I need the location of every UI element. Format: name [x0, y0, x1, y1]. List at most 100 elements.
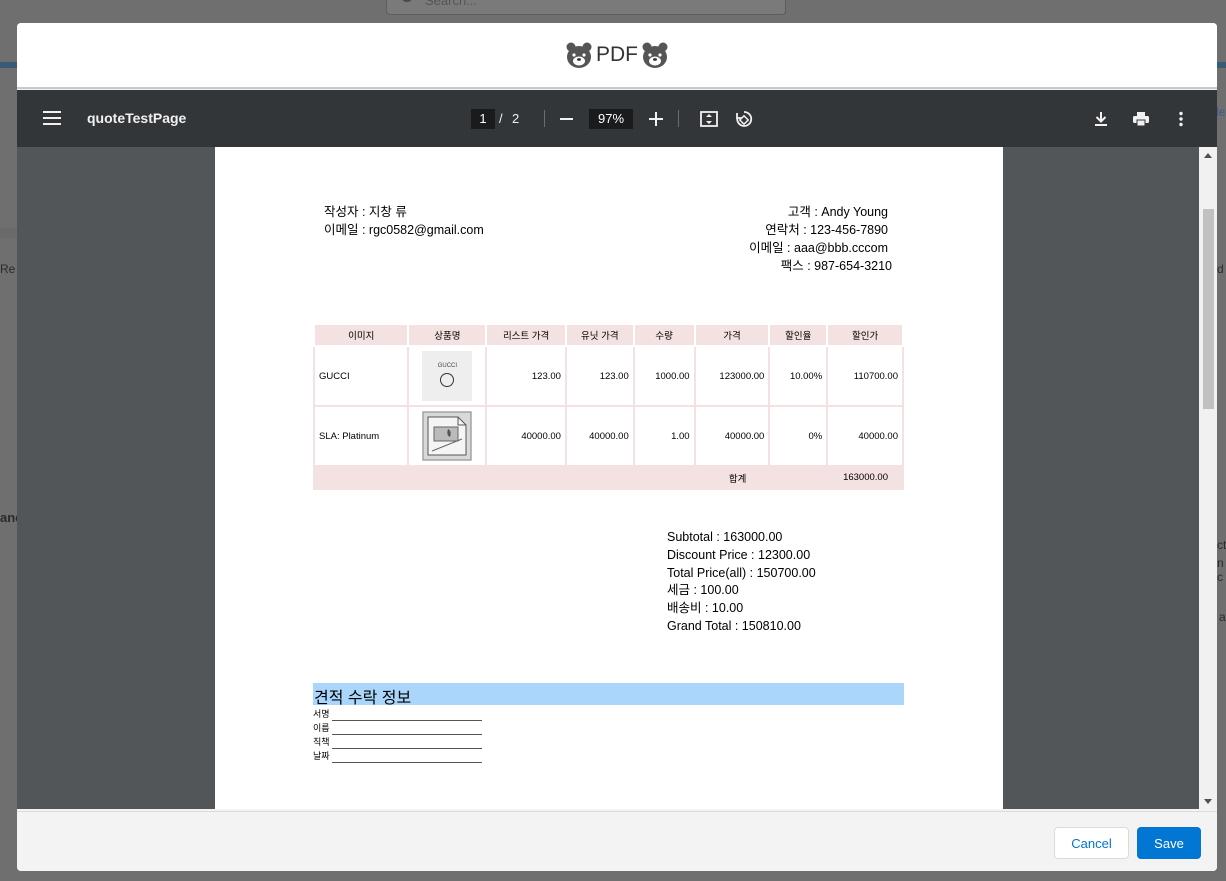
column-header: 할인율 [768, 323, 829, 347]
customer-fax: 팩스 : 987-654-3210 [780, 259, 892, 273]
list-price-cell: 40000.00 [485, 405, 567, 467]
name-field: 이름 [313, 721, 482, 735]
column-header: 이미지 [312, 323, 410, 347]
pdf-page: 작성자 : 지창 류 이메일 : rgc0582@gmail.com 고객 : … [215, 147, 1003, 809]
list-price-cell: 123.00 [485, 345, 567, 407]
rotate-icon[interactable] [734, 109, 754, 129]
page-number-input[interactable]: 1 [471, 109, 495, 129]
product-image: GUCCI [422, 351, 473, 401]
customer-name: 고객 : Andy Young [787, 205, 888, 219]
product-name-cell: GUCCI [312, 345, 410, 407]
discount-price: Discount Price : 12300.00 [667, 547, 811, 562]
grand-total: Grand Total : 150810.00 [667, 618, 801, 633]
table-sum-row: 합계 163000.00 [312, 465, 904, 490]
tax: 세금 : 100.00 [667, 583, 739, 598]
background-text-fragment: n c [1217, 556, 1224, 584]
table-row: SLA: Platinum 40000.00 40000.00 1.00 400… [312, 405, 904, 467]
unit-price-cell: 40000.00 [564, 405, 635, 467]
position-label: 직책 [313, 737, 330, 747]
modal-footer: Cancel Save [17, 811, 1217, 871]
signature-field: 서명 [313, 707, 482, 721]
date-label: 날짜 [313, 751, 330, 761]
gucci-logo-icon [440, 373, 455, 387]
total-price: Total Price(all) : 150700.00 [667, 565, 816, 580]
author-name: 작성자 : 지창 류 [324, 205, 407, 219]
accept-info-title: 견적 수락 정보 [313, 683, 904, 707]
subtotal: Subtotal : 163000.00 [667, 530, 783, 544]
save-button[interactable]: Save [1137, 827, 1201, 859]
pdf-toolbar: quoteTestPage 1 / 2 97% [17, 90, 1217, 147]
discounted-price-cell: 40000.00 [826, 405, 904, 467]
background-text-fragment: Re [0, 262, 16, 276]
shipping-fee: 배송비 : 10.00 [667, 601, 744, 616]
column-header: 리스트 가격 [485, 323, 567, 347]
unit-price-cell: 123.00 [564, 345, 635, 407]
background-nav-strip-right [1217, 62, 1226, 68]
search-icon [401, 0, 413, 2]
table-row: GUCCI GUCCI 123.00 123.00 1000.00 123000… [312, 345, 904, 407]
document-image-icon [422, 411, 473, 461]
logo-text: PDF [596, 43, 638, 66]
customer-info: 고객 : Andy Young 연락처 : 123-456-7890 이메일 :… [749, 203, 892, 275]
total-pages: 2 [512, 111, 520, 126]
column-header: 할인가 [826, 323, 904, 347]
author-email: 이메일 : rgc0582@gmail.com [324, 223, 484, 237]
position-line [331, 739, 482, 749]
zoom-out-icon[interactable] [560, 118, 573, 120]
zoom-input[interactable]: 97% [589, 109, 633, 129]
discounted-price-cell: 110700.00 [826, 345, 904, 407]
menu-icon[interactable] [43, 111, 61, 125]
background-search-placeholder: Search... [425, 0, 478, 8]
zoom-in-icon[interactable] [649, 112, 663, 126]
pdf-logo: PDF [565, 41, 669, 69]
customer-email: 이메일 : aaa@bbb.cccom [749, 241, 888, 255]
quote-items-table: 이미지 상품명 리스트 가격 유닛 가격 수량 가격 할인율 할인가 GUCCI [312, 323, 904, 490]
scrollbar-thumb[interactable] [1203, 209, 1214, 409]
product-name-cell: SLA: Platinum [312, 405, 410, 467]
totals-block: Subtotal : 163000.00 Discount Price : 12… [667, 529, 816, 636]
name-line [331, 725, 482, 735]
vertical-scrollbar[interactable] [1199, 147, 1217, 809]
accept-info-fields: 서명 이름 직책 날짜 [313, 707, 482, 763]
modal-header: PDF [17, 23, 1217, 89]
background-nav-strip [0, 62, 18, 68]
sum-label: 합계 [312, 465, 771, 490]
table-header-row: 이미지 상품명 리스트 가격 유닛 가격 수량 가격 할인율 할인가 [312, 323, 904, 347]
customer-phone: 연락처 : 123-456-7890 [765, 223, 888, 237]
pdf-preview-modal: PDF quoteTestPage 1 / 2 97% 작성자: 지창 류 이… [17, 23, 1217, 871]
column-header: 유닛 가격 [564, 323, 635, 347]
background-divider [0, 228, 18, 238]
author-info: 작성자 : 지창 류 이메일 : rgc0582@gmail.com [324, 203, 484, 239]
toolbar-divider [544, 110, 545, 127]
fit-page-icon[interactable] [699, 109, 719, 129]
cancel-button[interactable]: Cancel [1054, 827, 1129, 859]
page-separator: / [499, 111, 503, 126]
signature-line [331, 711, 482, 721]
product-image-label: GUCCI [437, 363, 458, 369]
document-title: quoteTestPage [87, 110, 187, 126]
scroll-up-arrow-icon[interactable] [1204, 153, 1212, 158]
column-header: 상품명 [407, 323, 488, 347]
print-icon[interactable] [1131, 109, 1151, 129]
column-header: 수량 [632, 323, 696, 347]
more-options-icon[interactable] [1171, 109, 1191, 129]
bear-icon [642, 42, 668, 68]
signature-label: 서명 [313, 709, 330, 719]
quantity-cell: 1.00 [632, 405, 696, 467]
pdf-viewer: quoteTestPage 1 / 2 97% 작성자: 지창 류 이메일:… [17, 90, 1217, 809]
background-text-fragment: d [1217, 262, 1224, 276]
sum-value: 163000.00 [768, 465, 904, 490]
quantity-cell: 1000.00 [632, 345, 696, 407]
scroll-down-arrow-icon[interactable] [1204, 799, 1212, 804]
position-field: 직책 [313, 735, 482, 749]
background-search-input: Search... [386, 0, 786, 15]
column-header: 가격 [693, 323, 771, 347]
download-icon[interactable] [1091, 109, 1111, 129]
price-cell: 40000.00 [693, 405, 771, 467]
name-label: 이름 [313, 723, 330, 733]
background-text-fragment: ct [1217, 538, 1226, 552]
background-text-fragment: a [1219, 610, 1226, 624]
discount-rate-cell: 10.00% [768, 345, 829, 407]
toolbar-divider [678, 110, 679, 127]
discount-rate-cell: 0% [768, 405, 829, 467]
